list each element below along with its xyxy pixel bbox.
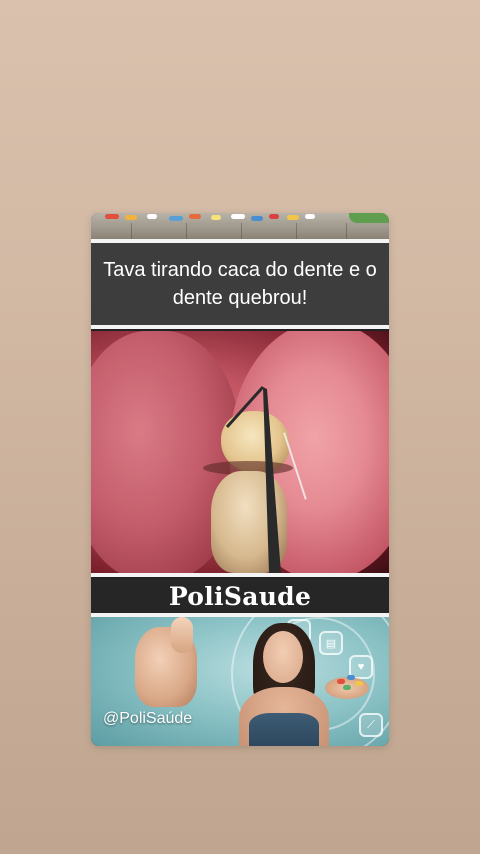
tooth-photo [91,331,389,573]
brand-title: PoliSaude [91,579,389,613]
divider [91,325,389,329]
headline-caption: Tava tirando caca do dente e o dente que… [91,243,389,325]
story-card[interactable]: Tava tirando caca do dente e o dente que… [91,213,389,746]
promo-image: ▤ ♥ ⟋ + @PoliSaúde [91,617,389,746]
syringe-icon: ⟋ [359,713,383,737]
woman-figure [263,631,303,683]
document-icon: ▤ [319,631,343,655]
pills-table-image [91,213,389,239]
dental-probe-icon [225,385,281,573]
divider [91,573,389,577]
account-handle: @PoliSaúde [103,710,193,727]
